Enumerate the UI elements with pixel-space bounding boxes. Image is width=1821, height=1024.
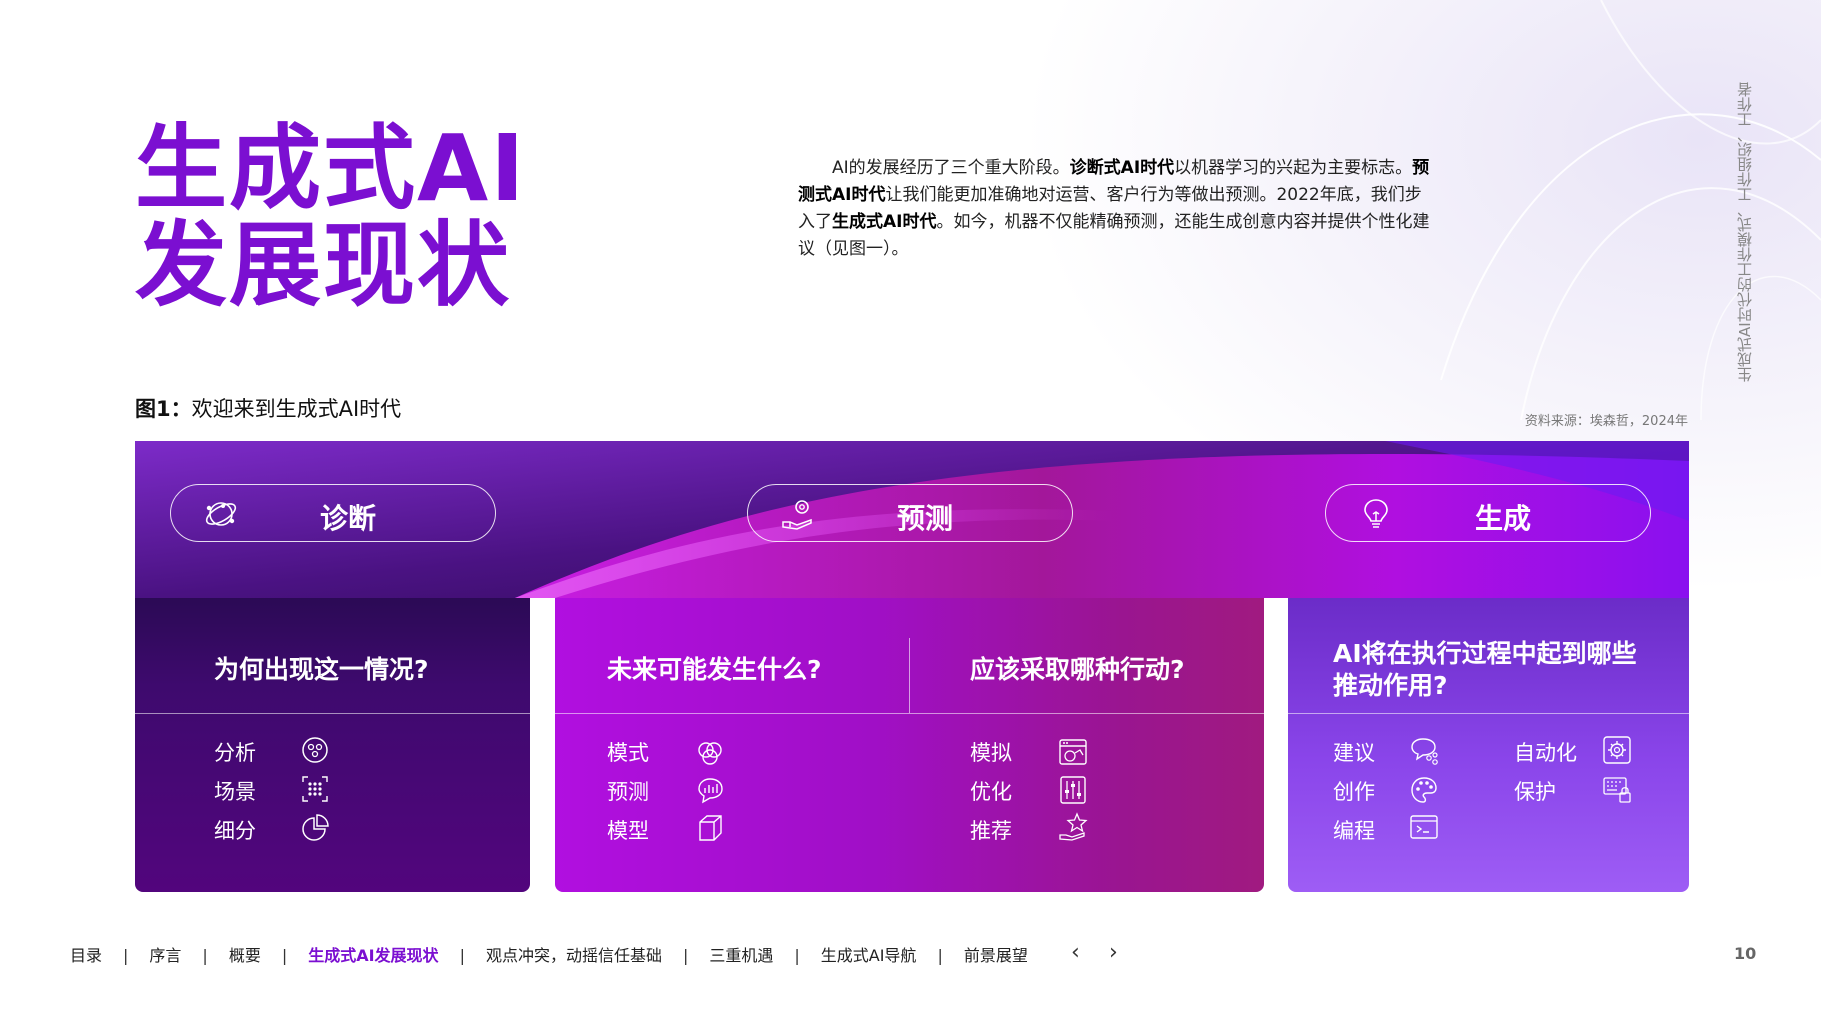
terminal-icon	[1409, 812, 1439, 842]
panel-header: 为何出现这一情况?	[135, 598, 530, 714]
item-label: 优化	[970, 780, 1012, 804]
nav-separator: |	[281, 946, 288, 965]
title-line-2: 发展现状	[135, 212, 512, 319]
pie-chart-icon	[300, 813, 330, 843]
item-label: 模式	[607, 741, 649, 765]
intro-bold-3: 生成式AI时代	[832, 212, 937, 232]
panel-question: 为何出现这一情况?	[214, 655, 429, 684]
item-label: 自动化	[1514, 741, 1577, 765]
chat-bubble-icon	[1409, 736, 1439, 766]
panel-header: AI将在执行过程中起到哪些 推动作用?	[1288, 598, 1689, 714]
panel-predict: 未来可能发生什么? 应该采取哪种行动? 模式 预测 模型 模拟 优化 推荐	[555, 598, 1264, 892]
stage-label: 预测	[896, 502, 953, 535]
cube-icon	[695, 813, 725, 843]
nav-link-outlook[interactable]: 前景展望	[964, 942, 1028, 966]
nav-separator: |	[682, 946, 689, 965]
panel-question: AI将在执行过程中起到哪些 推动作用?	[1333, 638, 1637, 702]
stages-banner: 诊断 预测 生成	[135, 441, 1689, 598]
nav-link-summary[interactable]: 概要	[229, 942, 261, 966]
item-label: 分析	[214, 741, 256, 765]
page-number: 10	[1734, 944, 1757, 963]
stage-pill-generate: 生成	[1325, 484, 1651, 542]
next-page-button[interactable]: ›	[1109, 940, 1118, 965]
stage-label: 诊断	[319, 502, 376, 535]
venn-circles-icon	[695, 738, 725, 768]
figure-caption: 图1：欢迎来到生成式AI时代	[135, 393, 401, 423]
nav-link-current[interactable]: 生成式AI发展现状	[308, 942, 438, 966]
item-label: 编程	[1333, 819, 1375, 843]
nav-separator: |	[937, 946, 943, 965]
item-label: 预测	[607, 780, 649, 804]
item-label: 细分	[214, 819, 256, 843]
figure-source: 资料来源：埃森哲，2024年	[1524, 414, 1688, 429]
nav-separator: |	[459, 946, 465, 965]
intro-text-1: AI的发展经历了三个重大阶段。	[832, 158, 1070, 178]
panel-question-right: 应该采取哪种行动?	[970, 655, 1185, 684]
analysis-circle-icon	[300, 735, 330, 765]
chart-bubble-icon	[695, 775, 725, 805]
item-label: 建议	[1333, 741, 1375, 765]
panel-question-line-1: AI将在执行过程中起到哪些	[1333, 639, 1637, 668]
side-running-title: 生成式AI时代的工作模式、工作组织、工作者	[1736, 82, 1754, 382]
star-hand-icon	[1058, 812, 1088, 842]
footer-navigation: 目录 | 序言 | 概要 | 生成式AI发展现状 | 观点冲突，动摇信任基础 | 三重机遇 | 生成式A…	[70, 942, 1028, 966]
figure-caption-label: 图1：	[135, 397, 192, 421]
item-label: 推荐	[970, 819, 1012, 843]
stage-label: 生成	[1474, 502, 1531, 535]
panel-question-left: 未来可能发生什么?	[607, 655, 822, 684]
page-title: 生成式AI 发展现状	[135, 120, 526, 314]
prev-page-button[interactable]: ‹	[1071, 940, 1080, 965]
sliders-icon	[1058, 775, 1088, 805]
nav-link-navigation[interactable]: 生成式AI导航	[821, 942, 917, 966]
scatter-grid-icon	[300, 774, 330, 804]
panel-diagnose: 为何出现这一情况? 分析 场景 细分	[135, 598, 530, 892]
panel-question-line-2: 推动作用?	[1333, 671, 1448, 700]
nav-separator: |	[202, 946, 208, 965]
figure-caption-text: 欢迎来到生成式AI时代	[191, 397, 402, 421]
nav-separator: |	[123, 946, 129, 965]
item-label: 场景	[214, 780, 256, 804]
nav-link-conflict[interactable]: 观点冲突，动摇信任基础	[486, 942, 662, 966]
panel-divider	[909, 638, 910, 713]
item-label: 模拟	[970, 741, 1012, 765]
intro-text-2: 以机器学习的兴起为主要标志。	[1174, 158, 1413, 178]
palette-icon	[1409, 775, 1439, 805]
item-label: 模型	[607, 819, 649, 843]
gear-box-icon	[1602, 735, 1632, 765]
nav-separator: |	[794, 946, 800, 965]
stage-pill-predict: 预测	[747, 484, 1073, 542]
item-label: 保护	[1514, 780, 1556, 804]
panel-generate: AI将在执行过程中起到哪些 推动作用? 建议 创作 编程 自动化 保护	[1288, 598, 1689, 892]
nav-link-toc[interactable]: 目录	[70, 942, 102, 966]
nav-link-opportunities[interactable]: 三重机遇	[709, 942, 773, 966]
title-line-1: 生成式AI	[135, 115, 527, 222]
intro-paragraph: AI的发展经历了三个重大阶段。诊断式AI时代以机器学习的兴起为主要标志。预测式A…	[798, 155, 1438, 263]
simulation-window-icon	[1058, 737, 1088, 767]
keyboard-lock-icon	[1602, 775, 1632, 805]
nav-link-preface[interactable]: 序言	[149, 942, 181, 966]
intro-bold-1: 诊断式AI时代	[1069, 158, 1175, 178]
stage-pill-diagnose: 诊断	[170, 484, 496, 542]
item-label: 创作	[1333, 780, 1375, 804]
